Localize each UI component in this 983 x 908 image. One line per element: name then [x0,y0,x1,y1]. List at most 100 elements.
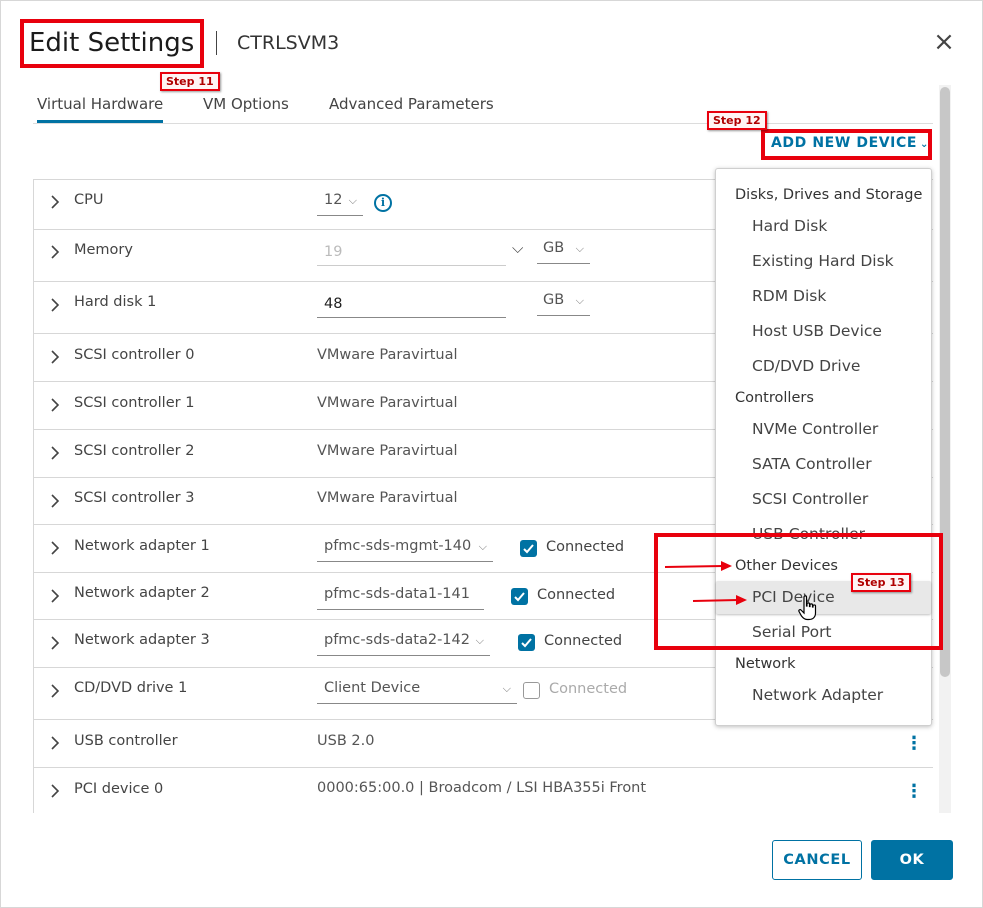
network-select[interactable]: pfmc-sds-mgmt-140 ⌵ [317,538,493,562]
memory-input[interactable]: 19 [317,240,506,266]
menu-item-scsi-controller[interactable]: SCSI Controller [716,483,931,516]
connected-checkbox[interactable] [518,634,535,651]
chevron-right-icon[interactable] [50,684,60,702]
row-value: VMware Paravirtual [317,490,458,506]
memory-unit-select[interactable]: GB ⌵ [537,240,590,264]
chevron-right-icon[interactable] [50,736,60,754]
edit-settings-dialog: Edit Settings CTRLSVM3 × Virtual Hardwar… [0,0,983,908]
annotation-box-add-device [761,129,932,160]
checkmark-icon [523,544,534,554]
annotation-arrow-icon [664,561,732,571]
menu-item-network-adapter[interactable]: Network Adapter [716,679,931,712]
row-label: SCSI controller 0 [74,347,195,363]
chevron-right-icon[interactable] [50,541,60,559]
connected-label: Connected [549,681,628,697]
chevron-right-icon[interactable] [50,398,60,416]
annotation-step-11: Step 11 [160,72,220,91]
row-label: USB controller [74,733,178,749]
chevron-right-icon[interactable] [50,195,60,213]
tab-bar: Virtual Hardware VM Options Advanced Par… [33,91,933,124]
cancel-button[interactable]: CANCEL [772,840,862,880]
row-label: Memory [74,242,133,258]
tab-virtual-hardware[interactable]: Virtual Hardware [37,95,164,123]
hardware-row-usb-controller: USB controller USB 2.0 ⋮ [34,720,933,768]
vertical-ellipsis-icon[interactable]: ⋮ [905,735,923,753]
network-select[interactable]: pfmc-sds-data1-141 [317,586,484,610]
chevron-right-icon[interactable] [50,494,60,512]
checkmark-icon [514,592,525,602]
chevron-right-icon[interactable] [50,636,60,654]
menu-item-sata-controller[interactable]: SATA Controller [716,448,931,481]
cd-dvd-source-select[interactable]: Client Device ⌵ [317,680,517,704]
menu-item-nvme-controller[interactable]: NVMe Controller [716,413,931,446]
row-label: Hard disk 1 [74,294,157,310]
annotation-arrow-icon [692,595,747,605]
row-label: Network adapter 1 [74,538,210,554]
chevron-right-icon[interactable] [50,446,60,464]
hardware-row-pci-device-0: PCI device 0 0000:65:00.0 | Broadcom / L… [34,768,933,813]
chevron-right-icon[interactable] [50,589,60,607]
network-value: pfmc-sds-data1-141 [324,586,470,602]
row-value: USB 2.0 [317,733,375,749]
chevron-down-icon: ⌵ [502,682,511,695]
info-icon[interactable]: i [374,194,392,212]
connected-label: Connected [537,587,616,603]
menu-item-cd-dvd-drive[interactable]: CD/DVD Drive [716,350,931,383]
menu-item-rdm-disk[interactable]: RDM Disk [716,280,931,313]
row-label: SCSI controller 1 [74,395,195,411]
network-value: pfmc-sds-mgmt-140 [324,538,472,554]
row-value: VMware Paravirtual [317,443,458,459]
menu-item-host-usb-device[interactable]: Host USB Device [716,315,931,348]
connected-label: Connected [546,539,625,555]
connected-label: Connected [544,633,623,649]
row-value: VMware Paravirtual [317,395,458,411]
network-select[interactable]: pfmc-sds-data2-142 ⌵ [317,632,490,656]
chevron-down-icon: ⌵ [475,634,484,647]
chevron-right-icon[interactable] [50,245,60,263]
connected-checkbox[interactable] [523,682,540,699]
row-label: CPU [74,192,104,208]
row-value: 0000:65:00.0 | Broadcom / LSI HBA355i Fr… [317,780,647,796]
chevron-down-icon: ⌵ [575,242,584,255]
menu-group-controllers: Controllers [735,390,814,406]
row-label: CD/DVD drive 1 [74,680,188,696]
row-label: SCSI controller 2 [74,443,195,459]
annotation-box-title [20,19,204,68]
menu-group-disks: Disks, Drives and Storage [735,187,923,203]
menu-item-existing-hard-disk[interactable]: Existing Hard Disk [716,245,931,278]
chevron-down-icon: ⌵ [478,540,487,553]
chevron-right-icon[interactable] [50,784,60,802]
hard-disk-unit: GB [543,292,565,308]
row-label: SCSI controller 3 [74,490,195,506]
row-label: Network adapter 2 [74,585,210,601]
chevron-right-icon[interactable] [50,350,60,368]
close-icon[interactable]: × [931,29,957,55]
tab-advanced-parameters[interactable]: Advanced Parameters [329,95,494,123]
row-value: VMware Paravirtual [317,347,458,363]
network-value: pfmc-sds-data2-142 [324,632,470,648]
annotation-step-13: Step 13 [851,573,911,592]
row-label: Network adapter 3 [74,632,210,648]
memory-unit: GB [543,240,565,256]
cd-dvd-source-value: Client Device [324,680,421,696]
connected-checkbox[interactable] [520,540,537,557]
chevron-down-icon: ⌵ [575,294,584,307]
vertical-ellipsis-icon[interactable]: ⋮ [905,783,923,801]
menu-item-hard-disk[interactable]: Hard Disk [716,210,931,243]
vm-name: CTRLSVM3 [237,32,340,54]
row-label: PCI device 0 [74,781,164,797]
tab-vm-options[interactable]: VM Options [203,95,289,123]
hard-disk-unit-select[interactable]: GB ⌵ [537,292,590,316]
checkmark-icon [521,638,532,648]
chevron-right-icon[interactable] [50,298,60,316]
title-separator [216,31,217,55]
connected-checkbox[interactable] [511,588,528,605]
ok-button[interactable]: OK [871,840,953,880]
cpu-select[interactable]: 12 ⌵ [317,192,363,216]
chevron-down-icon: ⌵ [348,194,357,207]
annotation-step-12: Step 12 [707,111,767,130]
hard-disk-size-input[interactable]: 48 [317,292,506,318]
cpu-value: 12 [324,192,343,208]
menu-group-network: Network [735,656,796,672]
chevron-down-icon[interactable]: ⌵ [512,239,523,257]
